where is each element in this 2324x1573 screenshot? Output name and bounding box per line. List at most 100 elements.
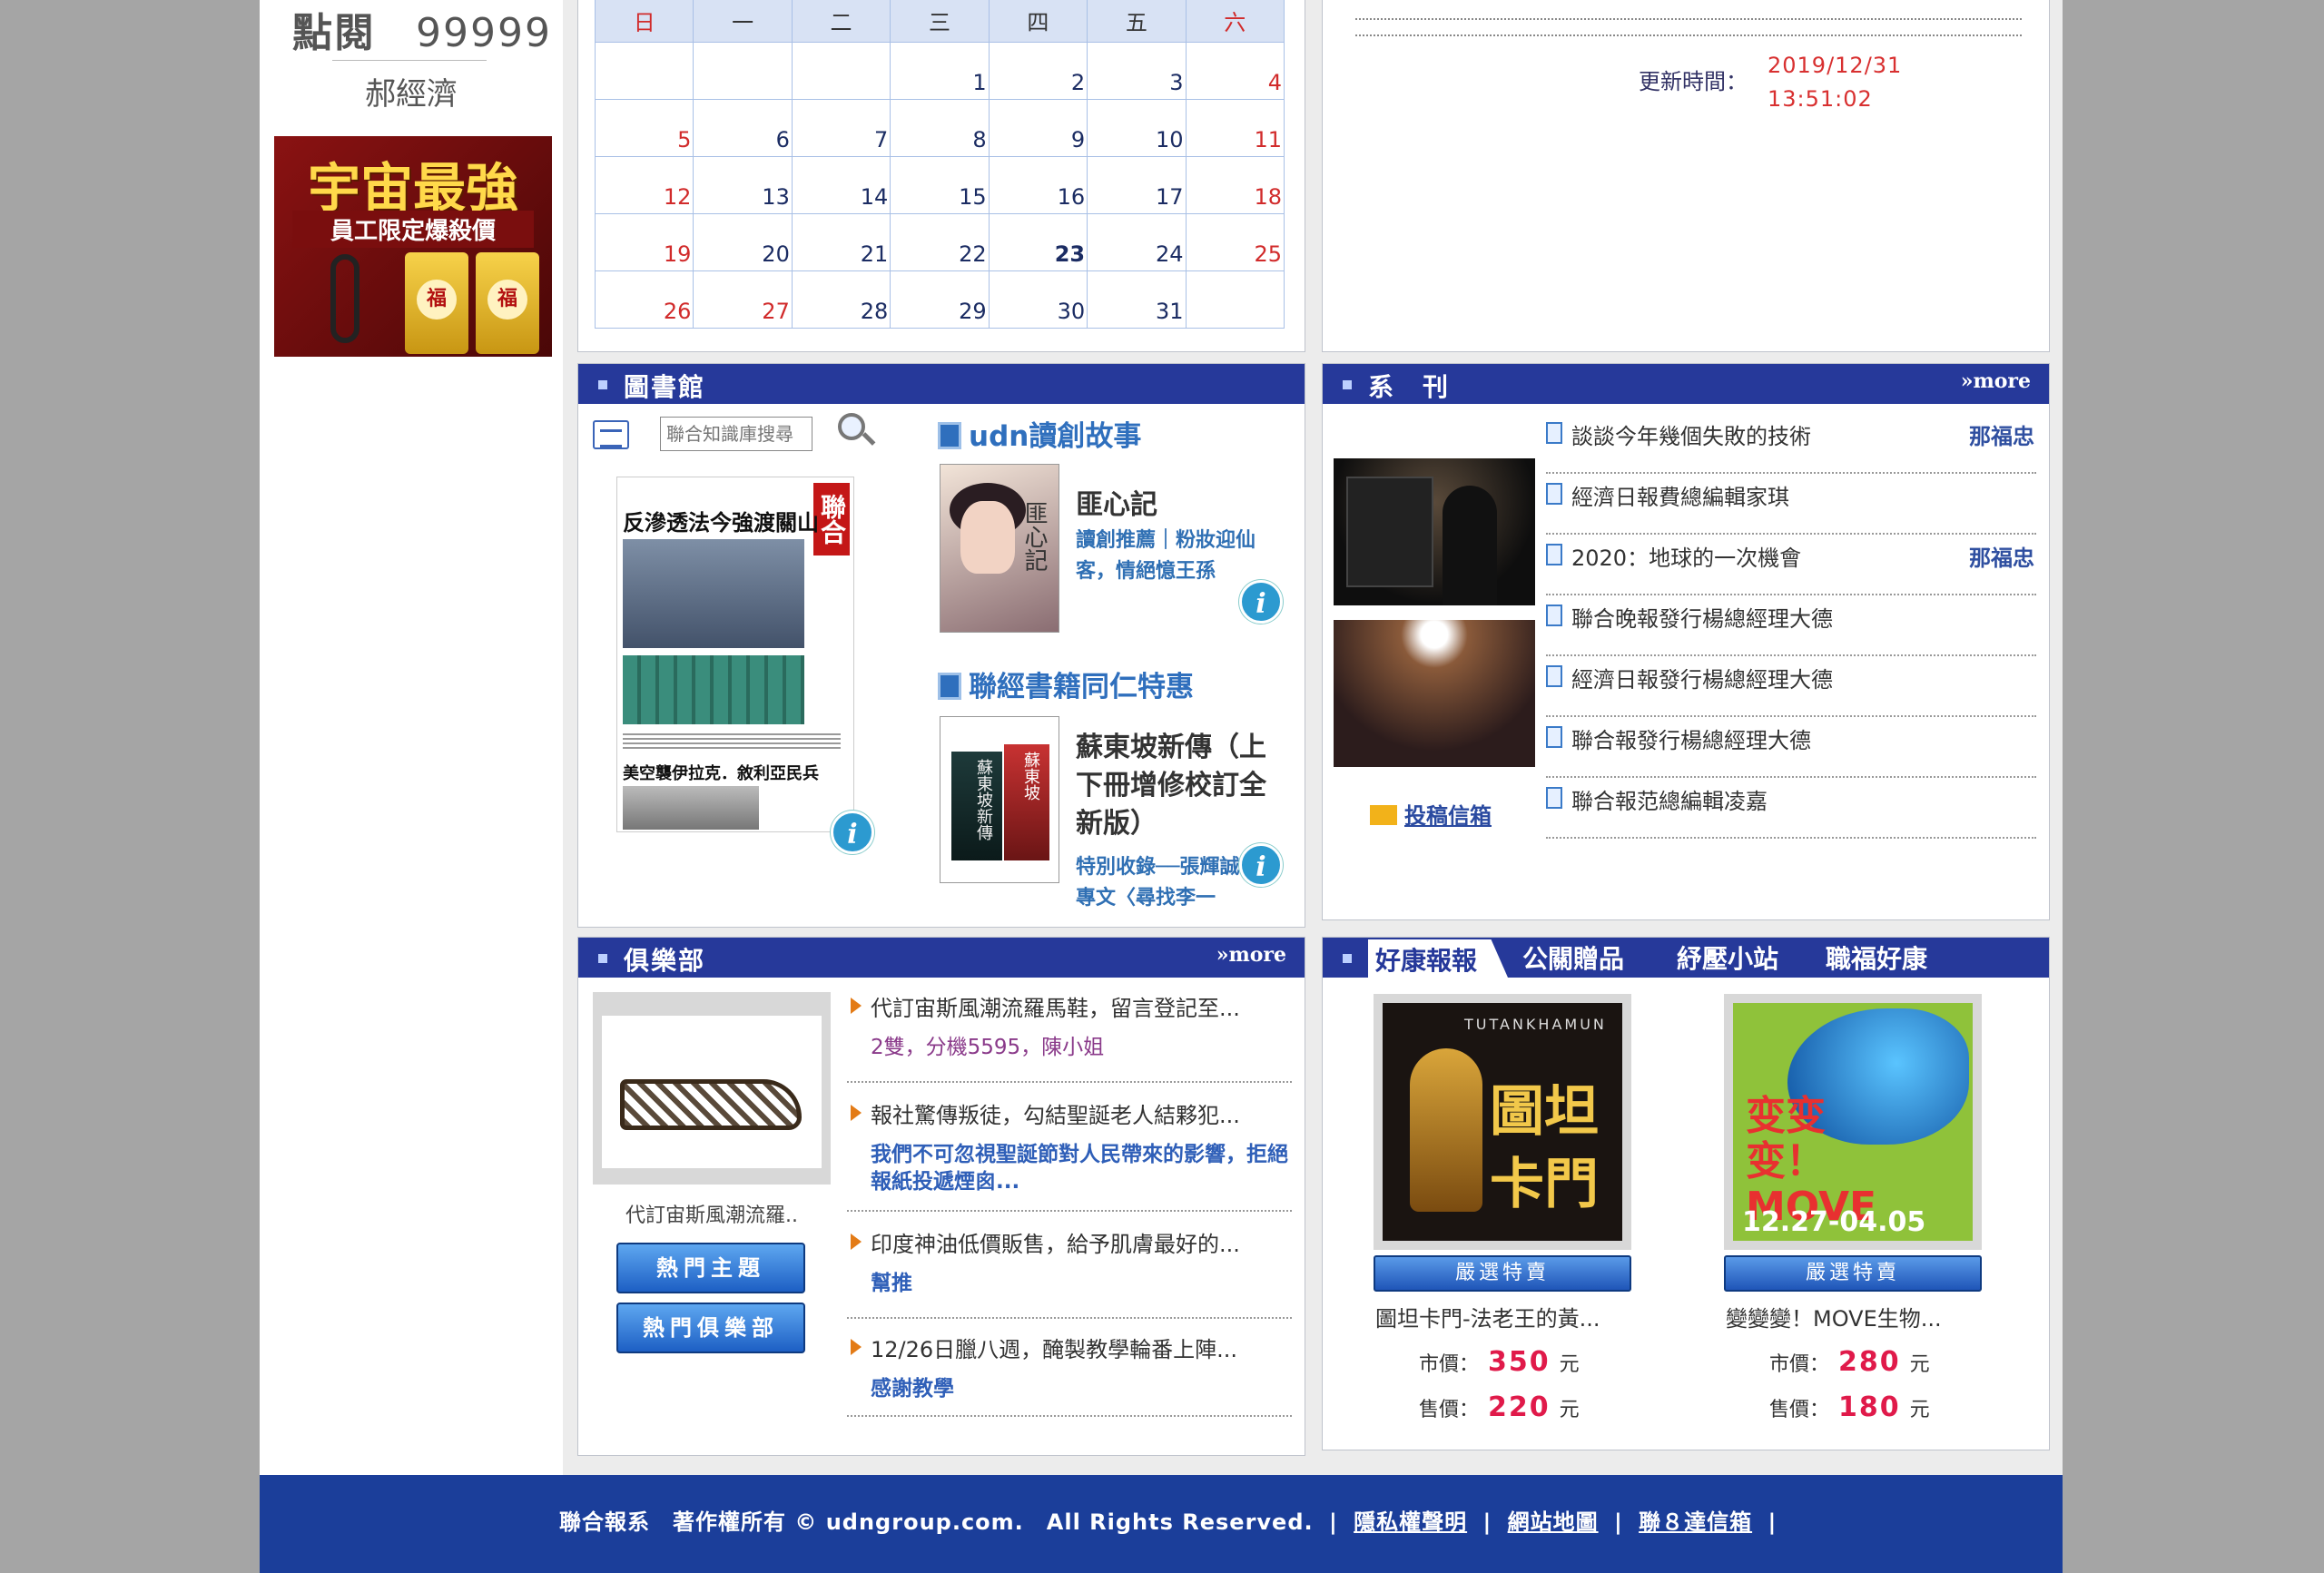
series-item-title[interactable]: 經濟日報發行楊總經理大德 [1571, 662, 1833, 693]
calendar-day[interactable]: 19 [594, 213, 694, 271]
club-item-description[interactable]: 感謝教學 [871, 1375, 1288, 1402]
calendar-day[interactable]: 8 [890, 99, 990, 157]
promo-banner[interactable]: 宇宙最強 員工限定爆殺價 福 福 [274, 136, 552, 357]
book-description[interactable]: 讀創推薦｜粉妝迎仙客，情絕憶王孫 [1076, 526, 1257, 587]
featured-sale-button[interactable]: 嚴選特賣 [1374, 1255, 1631, 1292]
calendar-day[interactable]: 2 [988, 42, 1088, 100]
series-list-item[interactable]: 經濟日報發行楊總經理大德 [1546, 656, 2036, 717]
calendar-day[interactable]: 10 [1087, 99, 1187, 157]
calendar-day[interactable]: 31 [1087, 270, 1187, 329]
series-item-title[interactable]: 聯合報范總編輯凌嘉 [1571, 783, 1768, 815]
calendar-day[interactable]: 22 [890, 213, 990, 271]
info-icon[interactable]: i [1239, 580, 1283, 624]
series-item-title[interactable]: 經濟日報費總編輯家琪 [1571, 479, 1789, 511]
club-list-item[interactable]: 12/26日臘八週，醃製教學輪番上陣... 感謝教學 [847, 1330, 1292, 1417]
product-name[interactable]: 圖坦卡門-法老王的黃... [1375, 1301, 1648, 1332]
hot-topics-button[interactable]: 熱門主題 [616, 1243, 805, 1293]
calendar-day[interactable]: 15 [890, 156, 990, 214]
club-featured-image[interactable] [593, 992, 831, 1185]
calendar-day[interactable]: 29 [890, 270, 990, 329]
series-list-item[interactable]: 聯合晚報發行楊總經理大德 [1546, 595, 2036, 656]
series-more-link[interactable]: »more [1961, 369, 2031, 393]
calendar-day[interactable]: 26 [594, 270, 694, 329]
series-photo[interactable] [1334, 620, 1535, 767]
shop-panel: 好康報報 公關贈品 紓壓小站 職福好康 TUTANKHAMUN 圖坦卡門 嚴選特… [1322, 937, 2050, 1450]
series-item-title[interactable]: 聯合晚報發行楊總經理大德 [1571, 601, 1833, 633]
document-icon[interactable] [593, 420, 629, 449]
calendar-day[interactable]: 17 [1087, 156, 1187, 214]
calendar-day[interactable]: 14 [791, 156, 891, 214]
calendar-day[interactable]: 13 [693, 156, 793, 214]
calendar-day[interactable]: 4 [1185, 42, 1285, 100]
info-icon[interactable]: i [831, 811, 874, 854]
club-list-item[interactable]: 印度神油低價販售，給予肌膚最好的... 幫推 [847, 1224, 1292, 1319]
tab-good-deals[interactable]: 好康報報 [1368, 939, 1509, 978]
tab-relax-station[interactable]: 紓壓小站 [1677, 939, 1778, 976]
product-name[interactable]: 變變變！MOVE生物... [1726, 1301, 1998, 1332]
calendar-day[interactable]: 1 [890, 42, 990, 100]
product-image[interactable]: 变变变！MOVE 12.27-04.05 [1724, 994, 1982, 1250]
info-icon[interactable]: i [1239, 843, 1283, 887]
calendar-day[interactable]: 3 [1087, 42, 1187, 100]
newspaper-front-page[interactable]: 聯合報 反滲透法今強渡關山 美空襲伊拉克．敘利亞民兵 [616, 477, 854, 832]
submission-mailbox-link[interactable]: 投稿信箱 [1370, 798, 1492, 830]
product-image[interactable]: TUTANKHAMUN 圖坦卡門 [1374, 994, 1631, 1250]
tab-employee-benefits[interactable]: 職福好康 [1826, 939, 1927, 976]
calendar-day[interactable]: 6 [693, 99, 793, 157]
calendar-day[interactable]: 7 [791, 99, 891, 157]
tab-pr-gifts[interactable]: 公關贈品 [1522, 939, 1624, 976]
calendar-day[interactable]: 20 [693, 213, 793, 271]
club-more-link[interactable]: »more [1216, 943, 1286, 967]
series-list-item[interactable]: 聯合報發行楊總經理大德 [1546, 717, 2036, 778]
club-item-description[interactable]: 2雙，分機5595，陳小姐 [871, 1034, 1288, 1061]
calendar-day[interactable]: 23 [988, 213, 1088, 271]
series-list-item[interactable]: 談談今年幾個失敗的技術 那福忠 [1546, 413, 2036, 474]
calendar-day[interactable]: 11 [1185, 99, 1285, 157]
club-image-caption[interactable]: 代訂宙斯風潮流羅.. [593, 1199, 831, 1228]
calendar-day[interactable]: 18 [1185, 156, 1285, 214]
view-count: 點閱 99999 [292, 0, 552, 58]
series-item-title[interactable]: 聯合報發行楊總經理大德 [1571, 723, 1811, 754]
knowledge-search-input[interactable] [660, 417, 812, 451]
series-item-author[interactable]: 那福忠 [1969, 418, 2034, 450]
club-list-item[interactable]: 報社驚傳叛徒，勾結聖誕老人結夥犯... 我們不可忽視聖誕節對人民帶來的影響，拒絕報… [847, 1096, 1292, 1212]
search-icon[interactable] [838, 413, 865, 440]
series-list-item[interactable]: 聯合報范總編輯凌嘉 [1546, 778, 2036, 839]
series-photo[interactable] [1334, 458, 1535, 605]
club-item-title[interactable]: 報社驚傳叛徒，勾結聖誕老人結夥犯... [871, 1097, 1240, 1129]
series-list-item[interactable]: 經濟日報費總編輯家琪 [1546, 474, 2036, 535]
calendar-day[interactable]: 25 [1185, 213, 1285, 271]
calendar-day[interactable]: 24 [1087, 213, 1187, 271]
featured-sale-button[interactable]: 嚴選特賣 [1724, 1255, 1982, 1292]
club-item-description[interactable]: 我們不可忽視聖誕節對人民帶來的影響，拒絕報紙投遞煙囪... [871, 1141, 1288, 1195]
club-list-item[interactable]: 代訂宙斯風潮流羅馬鞋，留言登記至... 2雙，分機5595，陳小姐 [847, 988, 1292, 1083]
club-item-title[interactable]: 印度神油低價販售，給予肌膚最好的... [871, 1226, 1240, 1258]
series-item-title[interactable]: 2020：地球的一次機會 [1571, 540, 1801, 572]
book-title[interactable]: 匪心記 [1076, 482, 1157, 522]
calendar-day[interactable]: 9 [988, 99, 1088, 157]
club-item-title[interactable]: 12/26日臘八週，醃製教學輪番上陣... [871, 1332, 1237, 1363]
calendar-day[interactable]: 16 [988, 156, 1088, 214]
calendar-day[interactable]: 27 [693, 270, 793, 329]
privacy-link[interactable]: 隱私權聲明 [1354, 1509, 1467, 1535]
hot-clubs-button[interactable]: 熱門俱樂部 [616, 1303, 805, 1353]
club-item-description[interactable]: 幫推 [871, 1270, 1288, 1297]
udn-story-title[interactable]: udn讀創故事 [938, 413, 1141, 454]
calendar-day[interactable]: 28 [791, 270, 891, 329]
series-item-author[interactable]: 那福忠 [1969, 540, 2034, 572]
club-item-title[interactable]: 代訂宙斯風潮流羅馬鞋，留言登記至... [871, 990, 1240, 1022]
series-item-title[interactable]: 談談今年幾個失敗的技術 [1571, 418, 1811, 450]
series-list-item[interactable]: 2020：地球的一次機會 那福忠 [1546, 535, 2036, 595]
calendar-day[interactable]: 30 [988, 270, 1088, 329]
calendar-day[interactable]: 12 [594, 156, 694, 214]
mail-link[interactable]: 聯８達信箱 [1639, 1509, 1752, 1535]
book-title[interactable]: 蘇東坡新傳（上下冊增修校訂全新版） [1076, 729, 1285, 843]
linking-books-title[interactable]: 聯經書籍同仁特惠 [938, 664, 1194, 704]
sitemap-link[interactable]: 網站地圖 [1508, 1509, 1599, 1535]
book-cover-image[interactable]: 匪心記 [940, 464, 1059, 633]
book-cover-image[interactable]: 蘇東坡新傳 蘇東坡 [940, 716, 1059, 883]
calendar-day[interactable]: 21 [791, 213, 891, 271]
series-panel: 系 刊 »more 投稿信箱 談談今年幾個失敗的技術 那福忠 經濟日報費總編輯家琪 2… [1322, 363, 2050, 920]
book-description[interactable]: 特別收錄──張輝誠專文〈尋找李一 [1076, 852, 1257, 912]
calendar-day[interactable]: 5 [594, 99, 694, 157]
